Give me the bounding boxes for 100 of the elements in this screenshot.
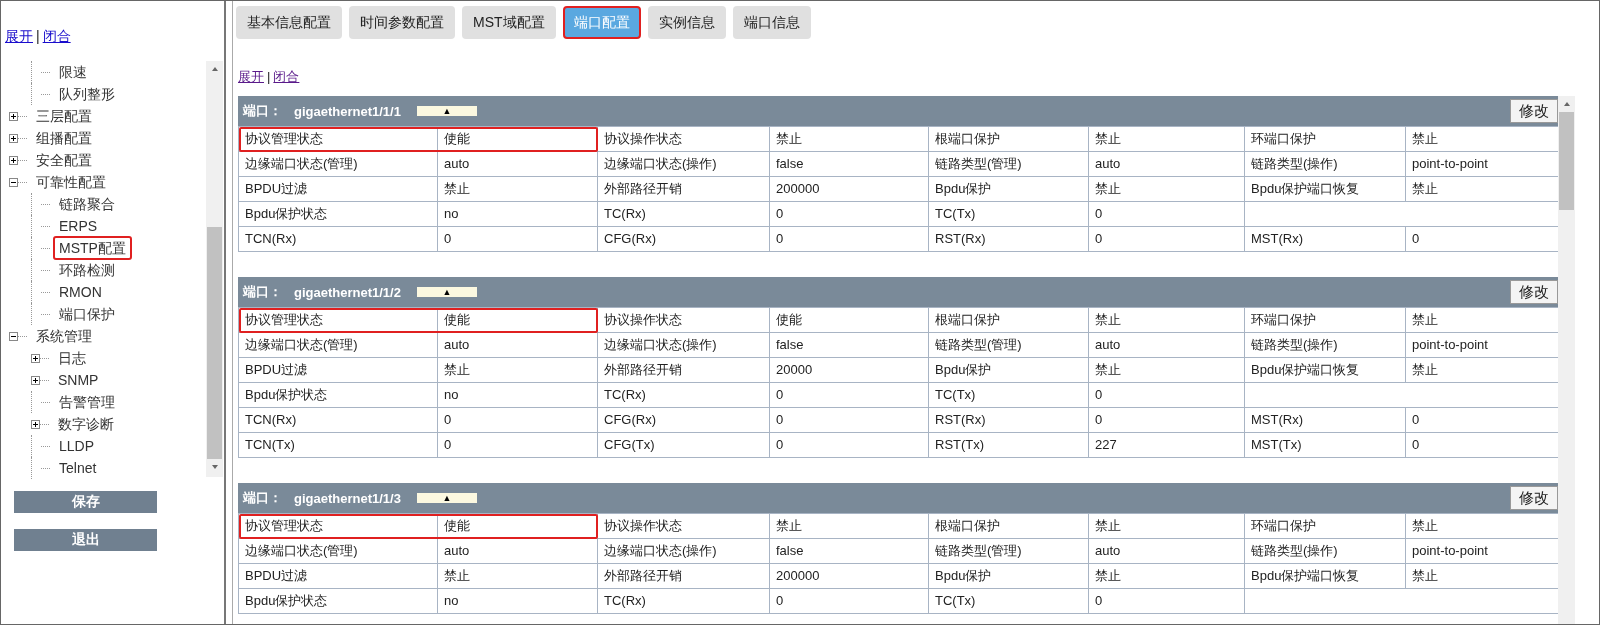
- edit-button[interactable]: 修改: [1510, 280, 1558, 304]
- expand-all-link[interactable]: 展开: [238, 69, 264, 84]
- field-label: Bpdu保护状态: [239, 383, 438, 408]
- tab[interactable]: 时间参数配置: [349, 6, 455, 39]
- field-label: BPDU过滤: [239, 564, 438, 589]
- field-label: RST(Rx): [929, 408, 1089, 433]
- field-label: TC(Rx): [598, 589, 770, 614]
- field-value: 200000: [770, 564, 929, 589]
- field-label: MST(Rx): [1245, 408, 1406, 433]
- field-label: TC(Tx): [929, 589, 1089, 614]
- field-value: auto: [438, 152, 598, 177]
- field-label: 链路类型(管理): [929, 333, 1089, 358]
- collapse-toggle-icon[interactable]: [9, 177, 18, 187]
- field-value: 200000: [770, 177, 929, 202]
- field-label: RST(Tx): [929, 433, 1089, 458]
- expand-toggle-icon[interactable]: [9, 111, 18, 121]
- field-label: 环端口保护: [1245, 127, 1406, 152]
- field-value: 0: [1089, 408, 1245, 433]
- field-value: 0: [1089, 589, 1245, 614]
- field-value: 227: [1089, 433, 1245, 458]
- expand-toggle-icon[interactable]: [31, 353, 40, 363]
- field-label: 链路类型(操作): [1245, 539, 1406, 564]
- tree-item[interactable]: ERPS: [53, 214, 104, 238]
- expand-all-link[interactable]: 展开: [5, 28, 33, 44]
- field-label: 协议操作状态: [598, 514, 770, 539]
- field-value: 0: [770, 202, 929, 227]
- expand-toggle-icon[interactable]: [9, 133, 18, 143]
- collapse-toggle[interactable]: ▲: [416, 493, 477, 503]
- field-label: 环端口保护: [1245, 514, 1406, 539]
- port-name: gigaethernet1/1/2: [294, 284, 401, 300]
- field-label: Bpdu保护端口恢复: [1245, 358, 1406, 383]
- tree-item[interactable]: SNMP: [52, 368, 105, 392]
- port-name: gigaethernet1/1/3: [294, 490, 401, 506]
- scroll-down-icon[interactable]: [210, 463, 219, 471]
- scroll-up-icon[interactable]: [210, 65, 219, 73]
- tree-item[interactable]: 可靠性配置: [30, 170, 112, 194]
- tab[interactable]: 实例信息: [647, 6, 726, 39]
- field-label: Bpdu保护状态: [239, 202, 438, 227]
- scroll-up-icon[interactable]: [1562, 100, 1571, 108]
- field-label: CFG(Tx): [598, 433, 770, 458]
- collapse-toggle-icon[interactable]: [9, 331, 18, 341]
- field-label: TCN(Rx): [239, 227, 438, 252]
- collapse-toggle[interactable]: ▲: [416, 287, 477, 297]
- field-value: 使能: [438, 308, 598, 333]
- scrollbar[interactable]: [206, 61, 223, 477]
- field-label: 外部路径开销: [598, 358, 770, 383]
- tab[interactable]: 基本信息配置: [236, 6, 342, 39]
- collapse-all-link[interactable]: 闭合: [42, 28, 71, 44]
- scroll-thumb[interactable]: [1559, 112, 1574, 210]
- tree-item[interactable]: 安全配置: [30, 148, 98, 172]
- field-value: 禁止: [1089, 308, 1245, 333]
- field-value: 禁止: [1089, 358, 1245, 383]
- field-label: 协议管理状态: [239, 127, 438, 152]
- field-label: CFG(Rx): [598, 408, 770, 433]
- tab[interactable]: 端口信息: [732, 6, 811, 39]
- field-value: 禁止: [1089, 514, 1245, 539]
- field-value: no: [438, 589, 598, 614]
- field-label: TC(Rx): [598, 202, 770, 227]
- tree-item[interactable]: 三层配置: [30, 104, 98, 128]
- field-label: 链路类型(管理): [929, 152, 1089, 177]
- field-label: TCN(Tx): [239, 433, 438, 458]
- field-label: 外部路径开销: [598, 564, 770, 589]
- field-value: 0: [438, 227, 598, 252]
- tree-item[interactable]: LLDP: [53, 434, 101, 458]
- port-label: 端口：: [243, 102, 282, 120]
- scrollbar[interactable]: [1558, 96, 1575, 624]
- tree-item[interactable]: 告警管理: [53, 390, 121, 414]
- tree-item[interactable]: 数字诊断: [52, 412, 120, 436]
- tree-item[interactable]: 限速: [53, 60, 93, 84]
- collapse-all-link[interactable]: 闭合: [273, 69, 300, 84]
- tree-item[interactable]: 链路聚合: [53, 192, 121, 216]
- edit-button[interactable]: 修改: [1510, 99, 1558, 123]
- tree-item[interactable]: 系统管理: [30, 324, 98, 348]
- tab[interactable]: MST域配置: [462, 6, 556, 39]
- tree-item[interactable]: 端口保护: [53, 302, 121, 326]
- scroll-thumb[interactable]: [207, 227, 222, 459]
- collapse-toggle[interactable]: ▲: [416, 106, 477, 116]
- tree-item[interactable]: 组播配置: [30, 126, 98, 150]
- tree-item[interactable]: Telnet: [53, 456, 103, 480]
- field-value: false: [770, 152, 929, 177]
- field-value: 使能: [438, 514, 598, 539]
- save-button[interactable]: 保存: [14, 491, 157, 513]
- field-label: 链路类型(操作): [1245, 152, 1406, 177]
- field-label: 协议管理状态: [239, 514, 438, 539]
- tree-item[interactable]: RMON: [53, 280, 108, 304]
- field-label: Bpdu保护端口恢复: [1245, 177, 1406, 202]
- tree-item[interactable]: MSTP配置: [53, 236, 132, 260]
- expand-toggle-icon[interactable]: [9, 155, 18, 165]
- tree-item[interactable]: 环路检测: [53, 258, 121, 282]
- field-value: 禁止: [1089, 177, 1245, 202]
- field-label: Bpdu保护: [929, 177, 1089, 202]
- exit-button[interactable]: 退出: [14, 529, 157, 551]
- expand-toggle-icon[interactable]: [31, 419, 40, 429]
- tree-item[interactable]: 队列整形: [53, 82, 121, 106]
- field-label: CFG(Rx): [598, 227, 770, 252]
- expand-toggle-icon[interactable]: [31, 375, 40, 385]
- port-label: 端口：: [243, 489, 282, 507]
- frame-divider[interactable]: [224, 1, 233, 624]
- edit-button[interactable]: 修改: [1510, 486, 1558, 510]
- tree-item[interactable]: 日志: [52, 346, 92, 370]
